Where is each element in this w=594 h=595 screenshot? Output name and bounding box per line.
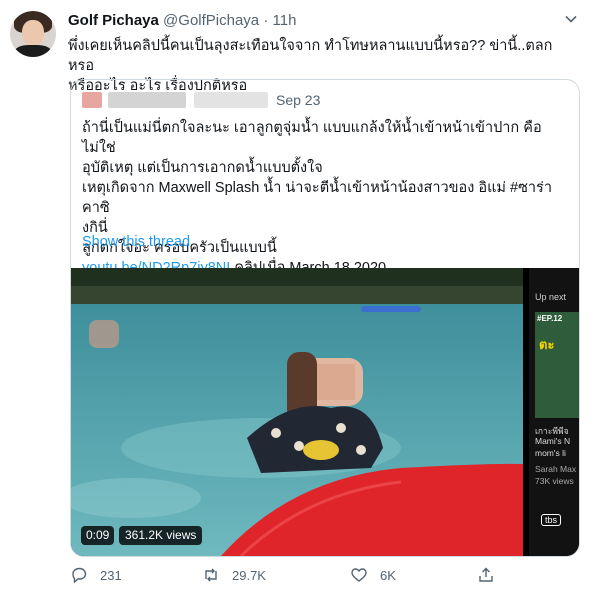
video-frame [71,268,523,556]
quoted-text-line: ถ้านี่เป็นแม่นี่ตกใจละนะ เอาลูกตูจุ่มน้ำ… [82,120,542,156]
separator: · [263,12,269,29]
like-icon [351,568,367,582]
blurred-name [108,92,186,108]
retweet-icon [205,568,217,582]
up-next-title: mom's li [535,448,566,458]
tweet-header: Golf Pichaya @GolfPichaya · 11h [68,12,296,29]
show-thread-link[interactable]: Show this thread [82,234,190,250]
quoted-text-line: เหตุเกิดจาก Maxwell Splash น้ำ น่าจะตีน้… [82,180,552,216]
video-duration-badge: 0:09 [81,526,115,545]
avatar[interactable] [10,11,56,57]
video-views-badge: 361.2K views [119,526,203,545]
up-next-thumbnail[interactable]: #EP.12 ตะ [535,312,579,418]
up-next-channel: Sarah Max [535,464,577,474]
thumbnail-title: ตะ [539,337,555,352]
video-player[interactable]: Up next #EP.12 ตะ เกาะพีพีจ Mami's N mom… [71,268,579,556]
retweet-count: 29.7K [232,567,266,583]
channel-logo: tbs [541,514,562,526]
up-next-label: Up next [535,292,567,302]
episode-label: #EP.12 [537,314,563,323]
tweet[interactable]: Golf Pichaya @GolfPichaya · 11h พึ่งเคยเ… [0,0,594,595]
quoted-tweet[interactable]: Sep 23 ถ้านี่เป็นแม่นี่ตกใจละนะ เอาลูกตู… [70,79,580,557]
tweet-time[interactable]: 11h [273,12,297,29]
blurred-handle [194,92,268,108]
retweet-button[interactable]: 29.7K [202,564,266,586]
up-next-views: 73K views [535,476,574,486]
author-handle[interactable]: @GolfPichaya [163,12,259,29]
reply-count: 231 [100,567,122,583]
quoted-text-line: อุบัติเหตุ แต่เป็นการเอากดน้ำแบบตั้งใจ [82,160,323,176]
like-button[interactable]: 6K [350,564,396,586]
quoted-tweet-text: ถ้านี่เป็นแม่นี่ตกใจละนะ เอาลูกตูจุ่มน้ำ… [82,118,568,278]
reply-button[interactable]: 231 [70,564,122,586]
author-name[interactable]: Golf Pichaya [68,12,159,29]
up-next-panel[interactable]: Up next #EP.12 ตะ เกาะพีพีจ Mami's N mom… [529,268,579,556]
share-button[interactable] [477,564,507,586]
caret-down-icon[interactable] [564,12,578,26]
tweet-actions: 231 29.7K 6K [70,564,580,586]
quoted-tweet-date: Sep 23 [276,92,321,108]
reply-icon [72,567,87,584]
up-next-title: Mami's N [535,436,571,446]
tweet-text-line: พึ่งเคยเห็นคลิปนี้คนเป็นลุงสะเทือนใจจาก … [68,38,553,74]
like-count: 6K [380,567,396,583]
blurred-avatar [82,92,102,108]
share-icon [479,567,493,582]
